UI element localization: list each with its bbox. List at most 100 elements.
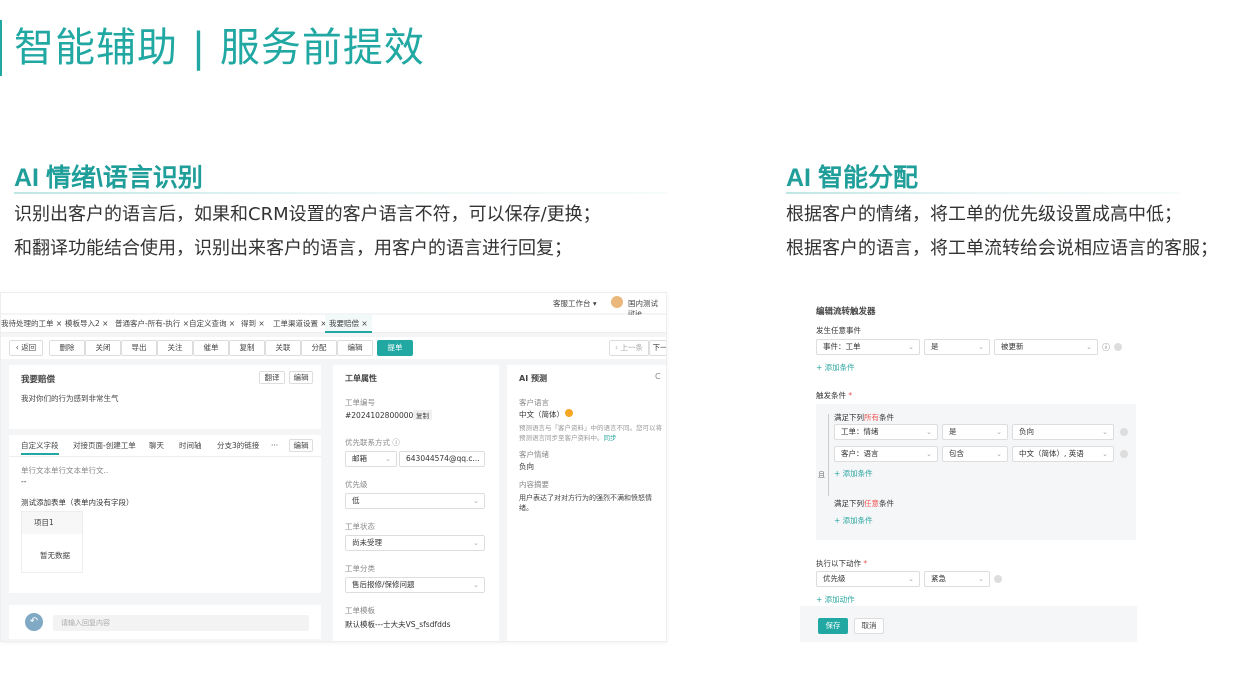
action-value-select[interactable]: 紧急 ⌄	[924, 571, 990, 587]
status-label: 工单状态	[345, 522, 375, 531]
cond1-value-select[interactable]: 负向 ⌄	[1012, 424, 1114, 440]
ticket-title: 我要赔偿	[21, 375, 56, 385]
subtab-branch[interactable]: 分支3的链接	[217, 437, 259, 455]
contact-type-select[interactable]: 邮箱 ⌄	[345, 451, 397, 467]
save-button[interactable]: 保存	[818, 618, 848, 634]
edit-button[interactable]: 编辑	[337, 340, 373, 356]
ai-title: AI 预测	[519, 374, 547, 383]
top-bar: 客服工作台 ▾ 国内测试iitie	[1, 293, 666, 318]
left-desc-2: 和翻译功能结合使用，识别出来客户的语言，用客户的语言进行回复；	[14, 238, 572, 259]
footer-bar: 保存 取消	[800, 606, 1137, 642]
ai-panel: AI 预测 C 客户语言 中文（简体） 预测语言与「客户资料」中的语言不同。您可…	[507, 365, 666, 641]
class-label: 工单分类	[345, 564, 375, 573]
refresh-icon[interactable]: C	[655, 372, 661, 381]
cancel-button[interactable]: 取消	[854, 618, 884, 634]
any-conditions-label: 满足下列任意条件	[834, 499, 894, 508]
warning-icon	[565, 409, 573, 417]
copy-button[interactable]: 复制	[229, 340, 265, 356]
link-button[interactable]: 关联	[265, 340, 301, 356]
cond1-op-select[interactable]: 是 ⌄	[942, 424, 1008, 440]
cond2-value-select[interactable]: 中文（简体）, 英语 ⌄	[1012, 446, 1114, 462]
item-header: 项目1	[22, 512, 82, 534]
prev-button[interactable]: ‹ 上一条	[609, 340, 649, 356]
ticket-screenshot: 客服工作台 ▾ 国内测试iitie 我待处理的工单 × 模板导入2 × 普通客户…	[0, 292, 667, 642]
workspace-menu[interactable]: 客服工作台 ▾	[553, 298, 597, 309]
translate-button[interactable]: 翻译	[259, 371, 285, 384]
avatar[interactable]	[611, 296, 623, 308]
follow-button[interactable]: 关注	[157, 340, 193, 356]
sync-link[interactable]: 同步	[604, 434, 617, 442]
event-type-select[interactable]: 事件：工单 ⌄	[816, 339, 920, 355]
fields-edit-button[interactable]: 编辑	[289, 439, 313, 452]
attributes-panel: 工单属性 工单编号 #20241028000004 复制 优先联系方式 ⓘ 邮箱…	[333, 365, 499, 641]
subtab-page[interactable]: 对接页面-创建工单	[73, 437, 136, 455]
remove-event-icon[interactable]	[1114, 343, 1122, 351]
conditions-box: 且 满足下列所有条件 工单：情绪 ⌄ 是 ⌄ 负向 ⌄ 客户：语言 ⌄ 包含 ⌄ 中文（简…	[816, 404, 1136, 540]
reply-icon[interactable]: ↶	[25, 613, 43, 631]
tab-3[interactable]: 自定义查询 ×	[189, 315, 235, 333]
remove-cond1-icon[interactable]	[1120, 428, 1128, 436]
close-button[interactable]: 关闭	[85, 340, 121, 356]
subtab-custom[interactable]: 自定义字段	[21, 437, 59, 455]
urge-button[interactable]: 催单	[193, 340, 229, 356]
trigger-screenshot: 编辑流转触发器 发生任意事件 事件：工单 ⌄ 是 ⌄ 被更新 ⌄ ⓘ + 添加条件 触…	[800, 292, 1137, 642]
subtab-chat[interactable]: 聊天	[149, 437, 164, 455]
subtab-timeline[interactable]: 时间轴	[179, 437, 202, 455]
add-event-condition[interactable]: + 添加条件	[816, 362, 855, 373]
submit-button[interactable]: 提单	[377, 340, 413, 356]
tab-2[interactable]: 普通客户-所有-执行 ×	[115, 315, 189, 333]
cond2-field-select[interactable]: 客户：语言 ⌄	[834, 446, 938, 462]
tab-0[interactable]: 我待处理的工单 ×	[1, 315, 62, 333]
emotion-label: 客户情绪	[519, 450, 549, 459]
tab-4[interactable]: 得到 ×	[241, 315, 265, 333]
ticket-no: #20241028000004	[345, 411, 419, 420]
ticket-content: 我对你们的行为感到非常生气	[21, 394, 119, 403]
status-select[interactable]: 尚未受理 ⌄	[345, 535, 485, 551]
table-title: 测试添加表单（表单内没有字段）	[21, 498, 134, 507]
and-bracket	[828, 414, 829, 496]
lang-label: 客户语言	[519, 398, 549, 407]
event-value-select[interactable]: 被更新 ⌄	[994, 339, 1098, 355]
right-section-divider	[786, 192, 1180, 194]
remove-action-icon[interactable]	[994, 575, 1002, 583]
copy-no-button[interactable]: 复制	[413, 410, 432, 420]
contact-value-input[interactable]: 643044574@qq.c...	[399, 451, 485, 467]
right-desc-2: 根据客户的语言，将工单流转给会说相应语言的客服；	[786, 238, 1218, 259]
empty-text: 暂无数据	[40, 551, 70, 560]
action-field-select[interactable]: 优先级 ⌄	[816, 571, 920, 587]
toolbar: ‹ 返回 删除 关闭 导出 关注 催单 复制 关联 分配 编辑 提单 ‹ 上一条…	[1, 337, 666, 359]
single-line-field: 单行文本单行文本单行文..	[21, 466, 109, 475]
ticket-edit-button[interactable]: 编辑	[289, 371, 313, 384]
add-action[interactable]: + 添加动作	[816, 594, 855, 605]
tab-6-active[interactable]: 我要赔偿 ×	[325, 315, 372, 333]
left-desc-1: 识别出客户的语言后，如果和CRM设置的客户语言不符，可以保存/更换；	[14, 204, 601, 225]
class-select[interactable]: 售后报修/保修问题 ⌄	[345, 577, 485, 593]
item-table: 项目1 暂无数据	[21, 511, 83, 573]
priority-select[interactable]: 低 ⌄	[345, 493, 485, 509]
attributes-title: 工单属性	[345, 374, 377, 383]
tab-1[interactable]: 模板导入2 ×	[65, 315, 108, 333]
event-op-select[interactable]: 是 ⌄	[924, 339, 990, 355]
add-any-condition[interactable]: + 添加条件	[834, 515, 873, 526]
cond1-field-select[interactable]: 工单：情绪 ⌄	[834, 424, 938, 440]
subtab-more[interactable]: ···	[271, 437, 278, 455]
add-all-condition[interactable]: + 添加条件	[834, 468, 873, 479]
right-desc-1: 根据客户的情绪，将工单的优先级设置成高中低；	[786, 204, 1182, 225]
event-label: 发生任意事件	[816, 326, 861, 335]
delete-button[interactable]: 删除	[49, 340, 85, 356]
summary-label: 内容摘要	[519, 480, 549, 489]
next-button[interactable]: 下一	[649, 340, 666, 356]
cond2-op-select[interactable]: 包含 ⌄	[942, 446, 1008, 462]
lang-note: 预测语言与「客户资料」中的语言不同。您可以将预测语言同步至客户资料中。同步	[519, 424, 662, 442]
assign-button[interactable]: 分配	[301, 340, 337, 356]
remove-cond2-icon[interactable]	[1120, 450, 1128, 458]
back-button[interactable]: ‹ 返回	[9, 340, 43, 356]
ticket-card: 我要赔偿 翻译 编辑 我对你们的行为感到非常生气	[9, 365, 321, 429]
reply-input[interactable]: 请输入回复内容	[53, 615, 309, 631]
export-button[interactable]: 导出	[121, 340, 157, 356]
template-value: 默认模板---士大夫VS_sfsdfdds	[345, 620, 451, 629]
tab-5[interactable]: 工单渠道设置 ×	[273, 315, 327, 333]
tab-bar: 我待处理的工单 × 模板导入2 × 普通客户-所有-执行 × 自定义查询 × 得…	[1, 315, 666, 333]
page-title: 智能辅助 | 服务前提效	[0, 20, 425, 76]
left-section-divider	[14, 192, 667, 194]
